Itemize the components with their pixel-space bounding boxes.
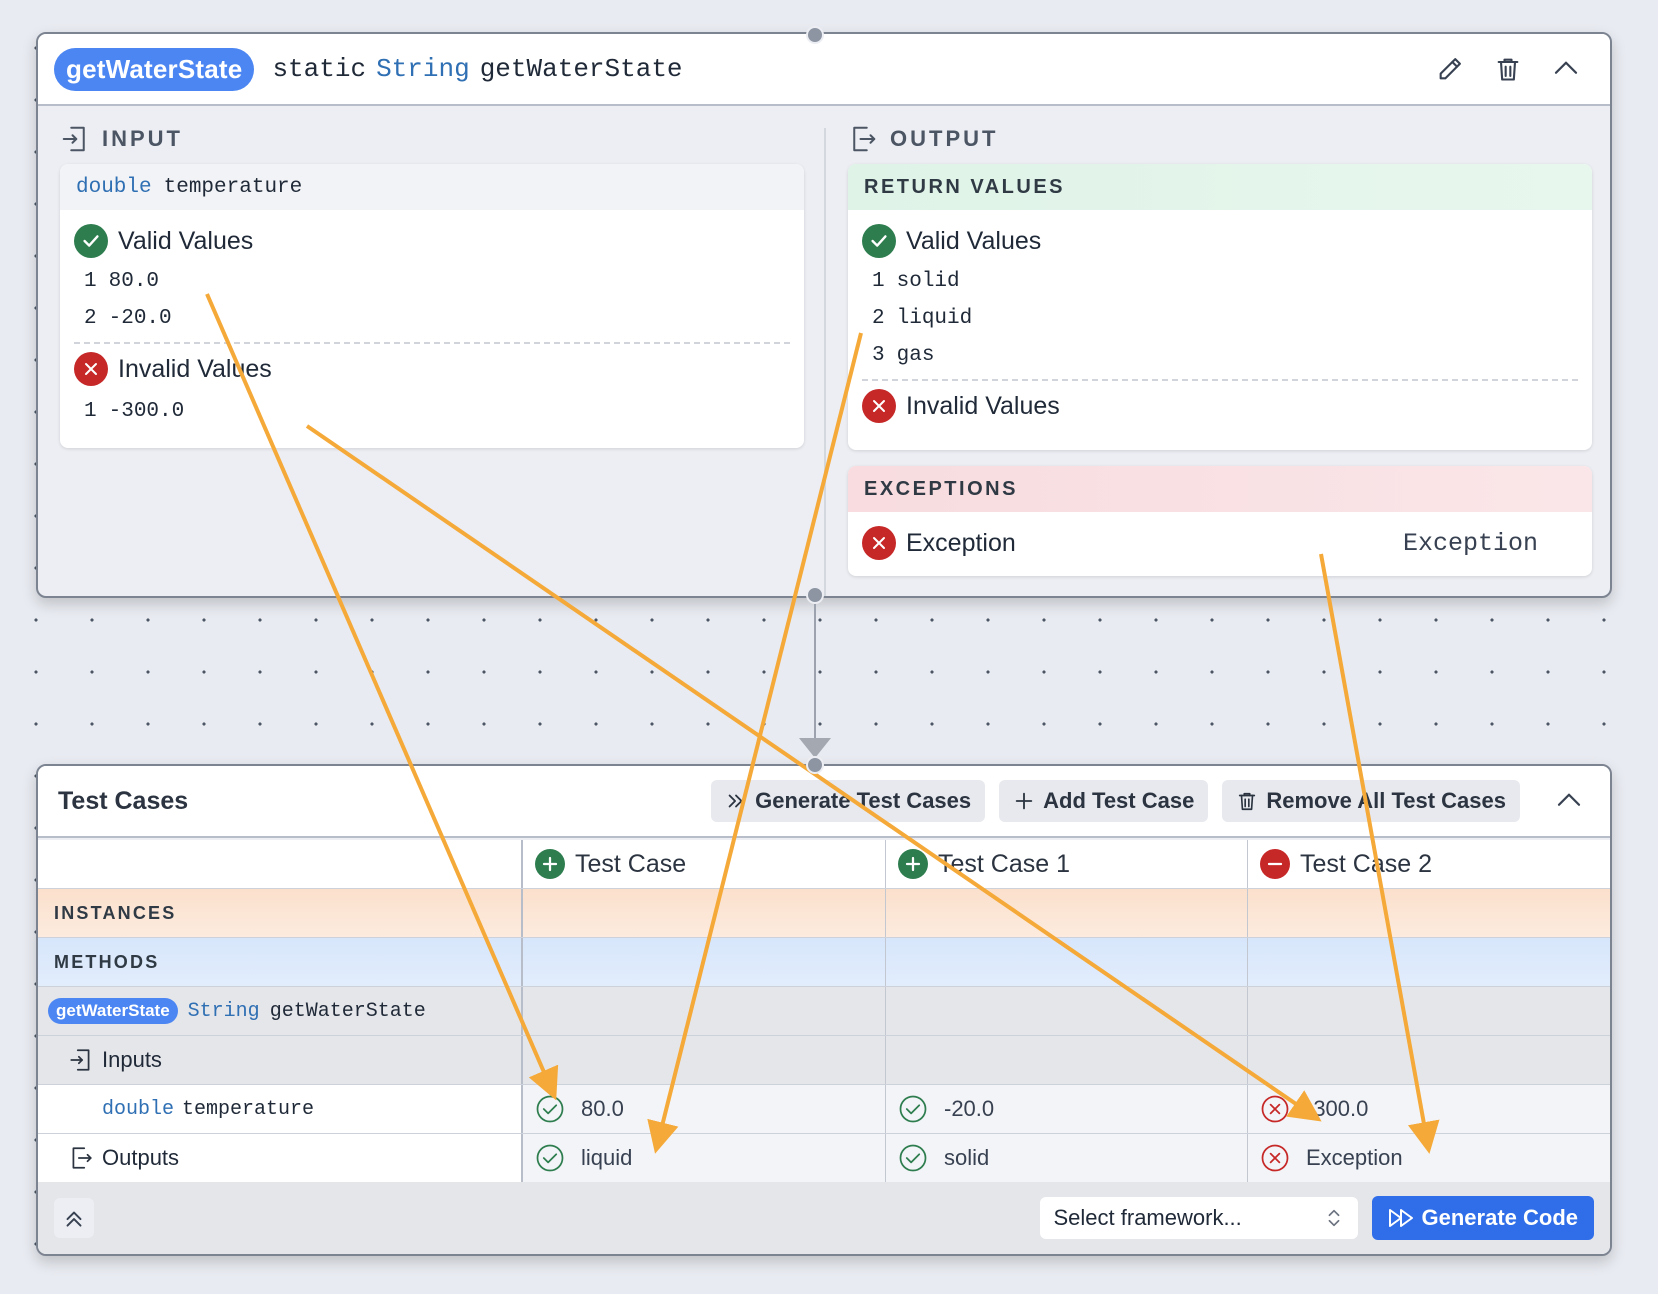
method-name-pill[interactable]: getWaterState <box>54 47 255 91</box>
check-icon <box>862 224 896 258</box>
check-circle-icon <box>535 1094 565 1124</box>
param-row: double temperature 80.0 -20.0 -300.0 <box>38 1085 1610 1134</box>
connector-node-top[interactable] <box>806 26 824 44</box>
connector-node-bottom[interactable] <box>806 586 824 604</box>
output-icon <box>848 124 878 154</box>
table-header-row: Test Case Test Case 1 Test Case 2 <box>38 840 1610 889</box>
test-case-column[interactable]: Test Case <box>535 849 686 879</box>
test-case-column[interactable]: Test Case 2 <box>1260 849 1432 879</box>
framework-select[interactable]: Select framework... <box>1039 1197 1358 1239</box>
exception-title: Exception <box>862 526 1016 560</box>
output-valid-item: 2 liquid <box>872 307 973 330</box>
pencil-icon[interactable] <box>1434 53 1466 85</box>
plus-circle-icon <box>535 849 565 879</box>
remove-all-test-cases-button[interactable]: Remove All Test Cases <box>1222 780 1520 822</box>
fast-forward-icon <box>1388 1207 1416 1229</box>
input-param-header: double temperature <box>60 164 804 210</box>
double-chevron-right-icon <box>725 790 747 812</box>
chevron-up-icon[interactable] <box>1550 53 1582 85</box>
sig-modifier: static <box>272 54 367 84</box>
test-input-value[interactable]: -20.0 <box>898 1094 994 1124</box>
check-circle-icon <box>535 1143 565 1173</box>
generate-code-button[interactable]: Generate Code <box>1371 1196 1594 1240</box>
input-valid-item: 1 80.0 <box>84 270 160 293</box>
test-input-value[interactable]: 80.0 <box>535 1094 624 1124</box>
exception-value: Exception <box>1402 528 1538 558</box>
input-invalid-title: Invalid Values <box>74 352 790 386</box>
double-chevron-up-icon[interactable] <box>54 1198 94 1238</box>
test-output-value[interactable]: solid <box>898 1143 989 1173</box>
input-valid-title: Valid Values <box>74 224 790 258</box>
method-signature: static String getWaterState <box>272 54 692 84</box>
add-test-case-button[interactable]: Add Test Case <box>999 780 1209 822</box>
exceptions-header: EXCEPTIONS <box>848 466 1592 512</box>
x-icon <box>862 526 896 560</box>
column-divider <box>824 128 826 596</box>
return-values-header: RETURN VALUES <box>848 164 1592 210</box>
output-icon <box>68 1145 94 1171</box>
method-card: getWaterState static String getWaterState … <box>36 32 1612 598</box>
input-param-panel: double temperature Valid Values 1 80.0 2 -2… <box>60 164 804 448</box>
output-valid-title: Valid Values <box>862 224 1578 258</box>
connector-node-tests[interactable] <box>806 756 824 774</box>
test-cases-header: Test Cases Generate Test Cases Add Test … <box>38 766 1610 838</box>
sig-name: getWaterState <box>479 54 683 84</box>
test-output-value[interactable]: Exception <box>1260 1143 1403 1173</box>
input-icon <box>68 1047 94 1073</box>
chevron-up-down-icon <box>1324 1207 1344 1229</box>
input-icon <box>60 124 90 154</box>
test-cases-table: Test Case Test Case 1 Test Case 2 INSTAN… <box>38 840 1610 1183</box>
test-cases-footer: Select framework... Generate Code <box>38 1182 1610 1254</box>
trash-icon[interactable] <box>1492 53 1524 85</box>
x-circle-icon <box>1260 1094 1290 1124</box>
outputs-row: Outputs liquid solid Exception <box>38 1134 1610 1183</box>
plus-icon <box>1013 790 1035 812</box>
input-section-label: INPUT <box>60 124 183 154</box>
generate-test-cases-button[interactable]: Generate Test Cases <box>711 780 986 822</box>
methods-row: METHODS <box>38 938 1610 987</box>
test-output-value[interactable]: liquid <box>535 1143 632 1173</box>
connector-line <box>814 596 816 738</box>
exceptions-panel: EXCEPTIONS Exception Exception <box>848 466 1592 576</box>
test-cases-title: Test Cases <box>58 786 189 815</box>
return-values-panel: RETURN VALUES Valid Values 1 solid 2 liqui… <box>848 164 1592 450</box>
check-circle-icon <box>898 1094 928 1124</box>
input-valid-item: 2 -20.0 <box>84 307 172 330</box>
test-cases-card: Test Cases Generate Test Cases Add Test … <box>36 764 1612 1256</box>
output-valid-item: 3 gas <box>872 344 935 367</box>
output-valid-item: 1 solid <box>872 270 960 293</box>
instances-row: INSTANCES <box>38 889 1610 938</box>
input-invalid-item: 1 -300.0 <box>84 400 185 423</box>
minus-circle-icon <box>1260 849 1290 879</box>
method-row: getWaterState String getWaterState <box>38 987 1610 1036</box>
plus-circle-icon <box>898 849 928 879</box>
output-invalid-title: Invalid Values <box>862 389 1578 423</box>
x-circle-icon <box>1260 1143 1290 1173</box>
test-input-value[interactable]: -300.0 <box>1260 1094 1368 1124</box>
method-name-pill[interactable]: getWaterState <box>48 998 178 1024</box>
inputs-row: Inputs <box>38 1036 1610 1085</box>
test-case-column[interactable]: Test Case 1 <box>898 849 1070 879</box>
check-icon <box>74 224 108 258</box>
x-icon <box>74 352 108 386</box>
output-section-label: OUTPUT <box>848 124 998 154</box>
method-header: getWaterState static String getWaterState <box>38 34 1610 106</box>
sig-type: String <box>376 54 470 84</box>
x-icon <box>862 389 896 423</box>
chevron-up-icon[interactable] <box>1554 786 1584 816</box>
trash-icon <box>1236 790 1258 812</box>
check-circle-icon <box>898 1143 928 1173</box>
